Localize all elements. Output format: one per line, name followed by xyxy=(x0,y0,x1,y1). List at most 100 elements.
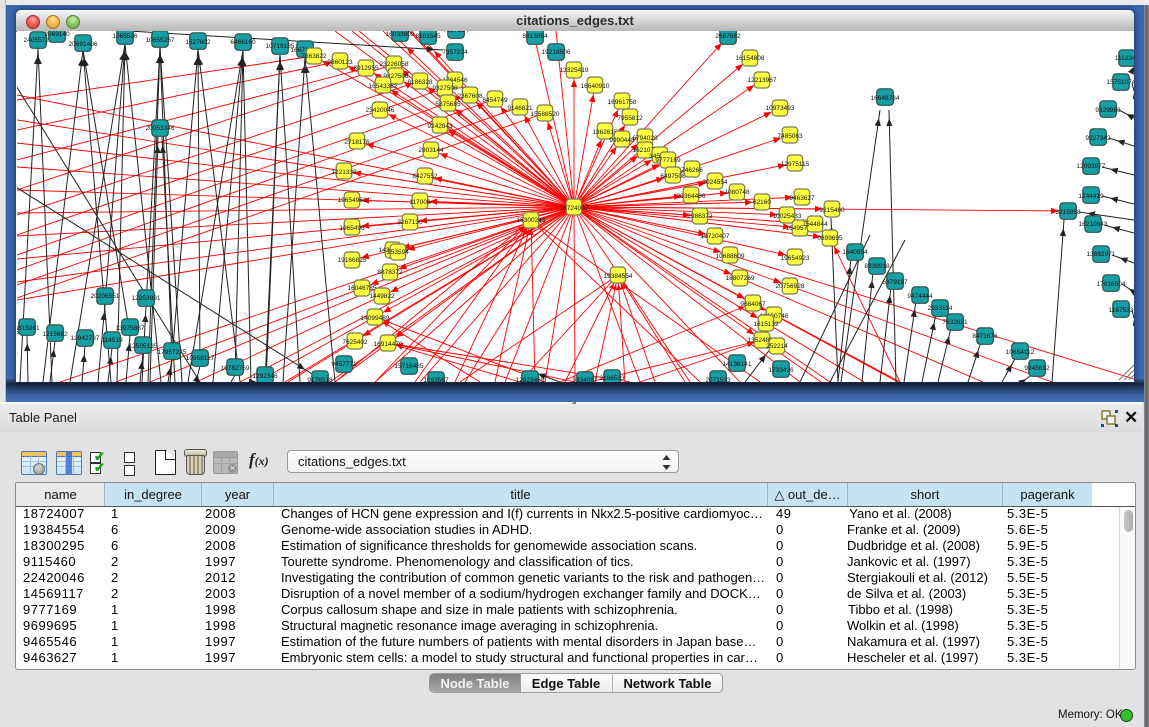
svg-text:1527602: 1527602 xyxy=(185,39,211,46)
svg-text:14099489: 14099489 xyxy=(361,315,390,322)
svg-text:10973493: 10973493 xyxy=(766,105,795,112)
svg-text:15300243: 15300243 xyxy=(517,217,546,224)
svg-text:8813054: 8813054 xyxy=(522,33,548,40)
svg-text:1112345: 1112345 xyxy=(1115,55,1134,62)
svg-text:16961758: 16961758 xyxy=(608,99,637,106)
svg-text:1215682: 1215682 xyxy=(42,331,68,338)
svg-text:3267130: 3267130 xyxy=(397,219,423,226)
svg-text:16914479: 16914479 xyxy=(374,341,403,348)
svg-text:8186328: 8186328 xyxy=(407,79,433,86)
svg-text:9327508: 9327508 xyxy=(432,85,458,92)
svg-text:9242843: 9242843 xyxy=(427,123,453,130)
svg-text:1080748: 1080748 xyxy=(724,189,750,196)
svg-text:8427552: 8427552 xyxy=(412,173,438,180)
svg-text:9227342: 9227342 xyxy=(1085,135,1111,142)
svg-text:14136141: 14136141 xyxy=(723,361,752,368)
svg-text:252214: 252214 xyxy=(766,343,788,350)
svg-text:253594: 253594 xyxy=(387,249,409,256)
svg-text:9245632: 9245632 xyxy=(1024,365,1050,372)
svg-text:15720407: 15720407 xyxy=(701,233,730,240)
svg-text:1965496: 1965496 xyxy=(339,225,365,232)
svg-text:10688609: 10688609 xyxy=(716,253,745,260)
svg-text:2071533: 2071533 xyxy=(705,377,731,382)
svg-text:12505135: 12505135 xyxy=(129,343,158,350)
svg-text:16033809: 16033809 xyxy=(386,31,415,38)
svg-text:19218506: 19218506 xyxy=(542,49,571,56)
svg-text:9777169: 9777169 xyxy=(655,157,681,164)
svg-text:9990448: 9990448 xyxy=(609,137,635,144)
svg-text:7632621: 7632621 xyxy=(942,319,968,326)
svg-text:2803144: 2803144 xyxy=(418,147,444,154)
svg-text:20691406: 20691406 xyxy=(69,41,98,48)
svg-text:19654923: 19654923 xyxy=(781,255,810,262)
svg-text:20053346: 20053346 xyxy=(146,125,175,132)
svg-text:9684067: 9684067 xyxy=(740,301,766,308)
svg-text:117006: 117006 xyxy=(409,199,431,206)
svg-text:23420046: 23420046 xyxy=(366,107,395,114)
svg-text:16640910: 16640910 xyxy=(581,83,610,90)
svg-text:6466160: 6466160 xyxy=(230,39,256,46)
svg-text:0899695: 0899695 xyxy=(817,235,843,242)
svg-text:8454749: 8454749 xyxy=(482,97,508,104)
svg-text:3024554: 3024554 xyxy=(702,179,728,186)
svg-text:16782759: 16782759 xyxy=(221,365,250,372)
svg-text:2186533: 2186533 xyxy=(599,375,625,382)
svg-text:1167533: 1167533 xyxy=(1109,307,1134,314)
svg-text:12093877: 12093877 xyxy=(1077,163,1106,170)
svg-text:7485063: 7485063 xyxy=(777,133,803,140)
svg-text:9334087: 9334087 xyxy=(572,377,598,382)
svg-text:8615061: 8615061 xyxy=(17,325,40,332)
svg-text:5875685: 5875685 xyxy=(435,101,461,108)
svg-text:16648784: 16648784 xyxy=(871,95,900,102)
svg-text:1244419: 1244419 xyxy=(1078,193,1104,200)
svg-text:10655267: 10655267 xyxy=(146,37,175,44)
svg-text:8912955: 8912955 xyxy=(353,65,379,72)
svg-text:9474444: 9474444 xyxy=(907,293,933,300)
svg-text:12353991: 12353991 xyxy=(132,295,161,302)
svg-text:9146821: 9146821 xyxy=(507,105,533,112)
svg-text:2718176: 2718176 xyxy=(344,139,370,146)
svg-text:9463627: 9463627 xyxy=(789,195,815,202)
svg-text:23226058: 23226058 xyxy=(380,61,409,68)
svg-text:746266: 746266 xyxy=(681,167,703,174)
svg-text:2367608: 2367608 xyxy=(457,93,483,100)
svg-text:10025433: 10025433 xyxy=(773,213,802,220)
svg-text:13325419: 13325419 xyxy=(560,67,589,74)
svg-text:62160: 62160 xyxy=(753,199,771,206)
svg-text:12942737: 12942737 xyxy=(71,335,100,342)
svg-text:8878372: 8878372 xyxy=(377,269,403,276)
svg-text:6794028: 6794028 xyxy=(632,135,658,142)
svg-text:17016504: 17016504 xyxy=(1097,281,1126,288)
svg-text:15588520: 15588520 xyxy=(531,111,560,118)
svg-text:7955812: 7955812 xyxy=(617,115,643,122)
svg-text:20206551: 20206551 xyxy=(91,293,120,300)
svg-text:8938918: 8938918 xyxy=(864,263,890,270)
svg-text:13692971: 13692971 xyxy=(1087,251,1116,258)
svg-text:16543362: 16543362 xyxy=(369,83,398,90)
svg-text:1640954: 1640954 xyxy=(842,249,868,256)
svg-text:1221338: 1221338 xyxy=(331,169,357,176)
svg-text:1065526: 1065526 xyxy=(112,33,138,40)
svg-text:15751074: 15751074 xyxy=(1107,79,1134,86)
svg-text:18724007: 18724007 xyxy=(560,205,589,212)
svg-text:7544844: 7544844 xyxy=(802,221,828,228)
svg-text:2069140: 2069140 xyxy=(44,31,70,38)
svg-text:1292346: 1292346 xyxy=(252,373,278,380)
svg-text:9176518: 9176518 xyxy=(307,377,333,382)
svg-text:10958117: 10958117 xyxy=(186,355,215,362)
svg-text:20364486: 20364486 xyxy=(677,193,706,200)
svg-text:7357224: 7357224 xyxy=(442,49,468,56)
svg-text:2687682: 2687682 xyxy=(715,33,741,40)
svg-text:18807269: 18807269 xyxy=(726,275,755,282)
svg-text:12923465: 12923465 xyxy=(516,377,545,382)
svg-text:7357224: 7357224 xyxy=(443,31,469,34)
svg-text:2933114: 2933114 xyxy=(928,305,953,312)
svg-text:6497508: 6497508 xyxy=(660,173,686,180)
svg-text:13975887: 13975887 xyxy=(116,325,145,332)
svg-text:8101545: 8101545 xyxy=(415,33,441,40)
svg-text:9329966: 9329966 xyxy=(1095,107,1121,114)
svg-text:17957275: 17957275 xyxy=(158,349,187,356)
svg-text:16046785: 16046785 xyxy=(348,285,377,292)
svg-text:1093567: 1093567 xyxy=(423,377,449,382)
svg-text:9660123: 9660123 xyxy=(327,59,353,66)
